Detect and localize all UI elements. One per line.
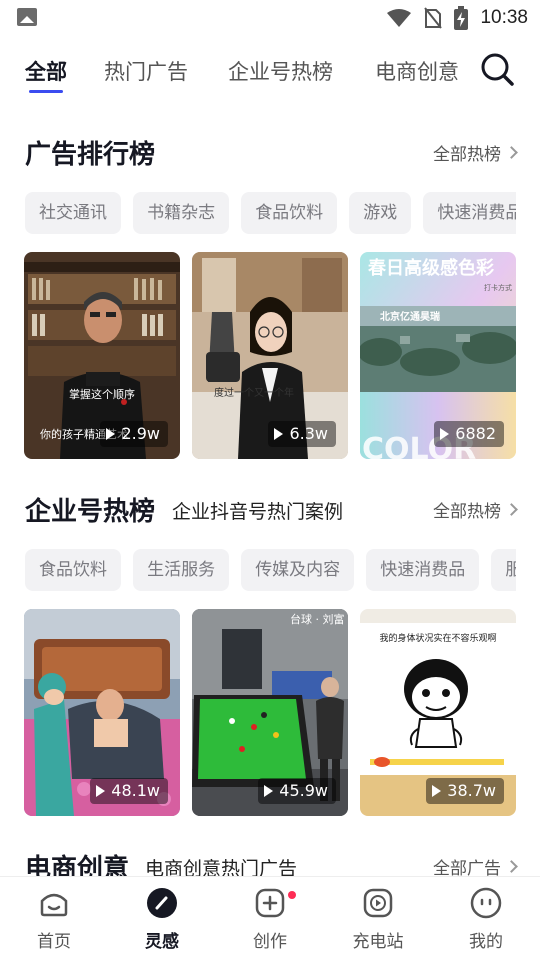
video-caption: 度过一个又一个年 xyxy=(214,386,294,399)
view-count: 6.3w xyxy=(289,424,328,443)
create-plus-icon xyxy=(255,888,285,918)
category-chip[interactable]: 传媒及内容 xyxy=(241,549,355,591)
play-icon xyxy=(96,785,106,797)
wifi-icon xyxy=(387,9,412,27)
gallery-notification-icon xyxy=(17,8,37,26)
view-count: 45.9w xyxy=(279,781,328,800)
profile-face-icon xyxy=(470,887,502,919)
search-icon[interactable] xyxy=(480,52,514,86)
nav-inspiration-label: 灵感 xyxy=(145,932,179,952)
top-tab-bar: 全部 热门广告 企业号热榜 电商创意 xyxy=(0,48,540,96)
play-icon xyxy=(106,428,116,440)
ad-ranking-more-link[interactable]: 全部热榜 xyxy=(433,140,518,165)
ad-video-card[interactable]: 度过一个又一个年 6.3w xyxy=(192,252,348,459)
ad-ranking-more-label: 全部热榜 xyxy=(433,145,501,165)
category-chip[interactable]: 食品饮料 xyxy=(25,549,121,591)
enterprise-ranking-more-link[interactable]: 全部热榜 xyxy=(433,497,518,522)
nav-me-label: 我的 xyxy=(469,932,503,952)
notification-dot xyxy=(288,891,296,899)
thumb-caption-text: 我的身体状况实在不容乐观啊 xyxy=(379,632,496,644)
ad-ranking-cards: 掌握这个顺序 你的孩子精通艺术 2.9w 度过一个又一个年 6.3w 春日高级感… xyxy=(24,252,516,459)
thumb-subtitle-text: 打卡方式 xyxy=(484,283,512,292)
nav-learning-label: 充电站 xyxy=(352,932,404,952)
play-icon xyxy=(440,428,450,440)
enterprise-cards: 48.1w 台球 · 刘富 45.9w 我的身体状况实在不容乐观啊 38.7w xyxy=(24,609,516,816)
status-bar: 10:38 xyxy=(0,0,540,36)
nav-inspiration[interactable]: 灵感 xyxy=(108,877,216,960)
view-count-badge: 45.9w xyxy=(258,778,336,804)
view-count-badge: 6.3w xyxy=(268,421,336,447)
view-count-badge: 6882 xyxy=(434,421,504,447)
play-icon xyxy=(432,785,442,797)
view-count: 6882 xyxy=(455,424,496,443)
nav-home-label: 首页 xyxy=(37,932,71,952)
nav-me[interactable]: 我的 xyxy=(432,877,540,960)
category-chip[interactable]: 服 xyxy=(491,549,516,591)
status-icons: 10:38 xyxy=(386,6,528,30)
home-icon xyxy=(40,893,68,917)
view-count-badge: 2.9w xyxy=(100,421,168,447)
thumb-company-text: 北京亿通昊瑞 xyxy=(380,310,440,323)
nav-create-label: 创作 xyxy=(253,932,287,952)
view-count-badge: 38.7w xyxy=(426,778,504,804)
view-count: 48.1w xyxy=(111,781,160,800)
tab-all[interactable]: 全部 xyxy=(25,56,67,86)
enterprise-ranking-more-label: 全部热榜 xyxy=(433,502,501,522)
play-icon xyxy=(274,428,284,440)
thumb-sign-text: 台球 · 刘富 xyxy=(290,612,345,626)
chevron-right-icon xyxy=(505,503,518,516)
play-icon xyxy=(264,785,274,797)
compass-icon xyxy=(147,888,177,918)
nav-home[interactable]: 首页 xyxy=(0,877,108,960)
view-count: 38.7w xyxy=(447,781,496,800)
ad-video-card[interactable]: 春日高级感色彩 打卡方式 北京亿通昊瑞 COLOR 6882 xyxy=(360,252,516,459)
tab-enterprise-ranking[interactable]: 企业号热榜 xyxy=(228,56,333,86)
tab-ecommerce-creative[interactable]: 电商创意 xyxy=(375,56,459,86)
category-chip[interactable]: 书籍杂志 xyxy=(133,192,230,234)
enterprise-video-card[interactable]: 台球 · 刘富 45.9w xyxy=(192,609,348,816)
chevron-right-icon xyxy=(505,146,518,159)
thumb-title-text: 春日高级感色彩 xyxy=(368,257,494,279)
enterprise-video-card[interactable]: 我的身体状况实在不容乐观啊 38.7w xyxy=(360,609,516,816)
category-chip[interactable]: 快速消费品 xyxy=(423,192,516,234)
tab-hot-ads[interactable]: 热门广告 xyxy=(104,56,188,86)
enterprise-ranking-subtitle: 企业抖音号热门案例 xyxy=(172,501,344,523)
nav-create[interactable]: 创作 xyxy=(216,877,324,960)
battery-charging-icon xyxy=(454,6,469,30)
active-tab-indicator xyxy=(29,90,63,93)
enterprise-ranking-title: 企业号热榜 xyxy=(25,497,156,527)
status-time: 10:38 xyxy=(480,7,528,28)
view-count-badge: 48.1w xyxy=(90,778,168,804)
chevron-right-icon xyxy=(505,860,518,873)
category-chip[interactable]: 快速消费品 xyxy=(366,549,480,591)
no-sim-icon xyxy=(424,7,443,29)
ad-video-card[interactable]: 掌握这个顺序 你的孩子精通艺术 2.9w xyxy=(24,252,180,459)
nav-learning[interactable]: 充电站 xyxy=(324,877,432,960)
category-chip[interactable]: 游戏 xyxy=(349,192,412,234)
view-count: 2.9w xyxy=(121,424,160,443)
video-caption-line1: 掌握这个顺序 xyxy=(69,387,135,401)
enterprise-video-card[interactable]: 48.1w xyxy=(24,609,180,816)
ad-ranking-category-chips: 社交通讯 书籍杂志 食品饮料 游戏 快速消费品 xyxy=(25,192,516,234)
category-chip[interactable]: 生活服务 xyxy=(133,549,230,591)
category-chip[interactable]: 食品饮料 xyxy=(241,192,338,234)
ad-ranking-title: 广告排行榜 xyxy=(25,140,156,170)
play-video-icon xyxy=(363,888,393,918)
enterprise-category-chips: 食品饮料 生活服务 传媒及内容 快速消费品 服 xyxy=(25,549,516,591)
category-chip[interactable]: 社交通讯 xyxy=(25,192,121,234)
bottom-nav: 首页 灵感 创作 充电站 我的 xyxy=(0,876,540,960)
